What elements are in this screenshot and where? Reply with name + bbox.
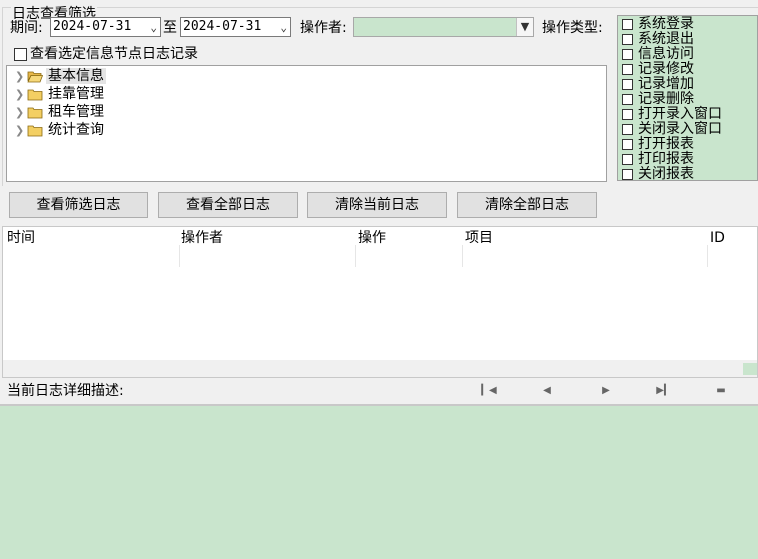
column-header-operation[interactable]: 操作	[354, 227, 462, 267]
optype-label-text: 打开报表	[638, 136, 694, 152]
tree-item-affiliation-mgmt[interactable]: ❯ 挂靠管理	[15, 85, 106, 103]
scrollbar-corner	[743, 363, 757, 375]
date-to-picker[interactable]: 2024-07-31 ⌄	[180, 17, 291, 37]
horizontal-scrollbar[interactable]	[3, 360, 757, 377]
view-filtered-log-button[interactable]: 查看筛选日志	[9, 192, 148, 218]
optype-item[interactable]: 关闭录入窗口	[622, 122, 722, 137]
clear-current-log-button[interactable]: 清除当前日志	[307, 192, 447, 218]
optype-label-text: 打印报表	[638, 151, 694, 167]
tree-item-basic-info[interactable]: ❯ 基本信息	[15, 67, 106, 85]
optype-label-text: 信息访问	[638, 46, 694, 62]
operator-combo[interactable]: ▼	[353, 17, 534, 37]
date-from-value: 2024-07-31	[53, 19, 132, 34]
tree-item-label: 挂靠管理	[48, 86, 104, 102]
optype-item[interactable]: 记录增加	[622, 77, 694, 92]
optype-checklist[interactable]: 系统登录 系统退出 信息访问 记录修改 记录增加 记录删除 打开录入窗口 关闭录…	[617, 15, 758, 181]
optype-label-text: 记录增加	[638, 76, 694, 92]
view-all-log-button[interactable]: 查看全部日志	[158, 192, 298, 218]
last-record-icon[interactable]: ▶▎	[654, 383, 674, 399]
minimize-icon[interactable]: ▬	[711, 383, 731, 399]
optype-label-text: 记录修改	[638, 61, 694, 77]
optype-item[interactable]: 系统退出	[622, 32, 694, 47]
checkbox-box[interactable]	[622, 123, 633, 135]
selected-node-only-checkbox[interactable]: 查看选定信息节点日志记录	[14, 45, 198, 63]
folder-icon	[27, 125, 43, 136]
optype-label-text: 打开录入窗口	[638, 106, 722, 122]
optype-item[interactable]: 打开录入窗口	[622, 107, 722, 122]
info-node-tree[interactable]: ❯ 基本信息 ❯ 挂靠管理 ❯ 租车管理 ❯ 统计查询	[6, 65, 607, 182]
optype-label-text: 关闭报表	[638, 166, 694, 181]
clear-all-log-button[interactable]: 清除全部日志	[457, 192, 597, 218]
operator-label: 操作者:	[300, 20, 347, 36]
folder-icon	[27, 89, 43, 100]
chevron-down-icon[interactable]: ⌄	[150, 19, 157, 37]
optype-item[interactable]: 打开报表	[622, 137, 694, 152]
period-label: 期间:	[10, 20, 43, 36]
checkbox-box[interactable]	[622, 93, 633, 105]
checkbox-box[interactable]	[622, 63, 633, 75]
checkbox-box[interactable]	[622, 168, 633, 180]
tree-item-label: 租车管理	[48, 104, 104, 120]
log-grid[interactable]: 时间 操作者 操作 项目 ID	[2, 226, 758, 378]
date-from-picker[interactable]: 2024-07-31 ⌄	[50, 17, 161, 37]
column-header-item[interactable]: 项目	[461, 227, 707, 267]
checkbox-box[interactable]	[622, 108, 633, 120]
optype-item[interactable]: 信息访问	[622, 47, 694, 62]
tree-item-statistics-query[interactable]: ❯ 统计查询	[15, 121, 106, 139]
tree-item-label: 基本信息	[46, 68, 106, 84]
chevron-right-icon[interactable]: ❯	[15, 86, 27, 104]
detail-description-label: 当前日志详细描述:	[7, 383, 124, 399]
to-label: 至	[163, 20, 177, 36]
optype-item[interactable]: 记录修改	[622, 62, 694, 77]
open-folder-icon	[27, 71, 43, 82]
optype-item[interactable]: 系统登录	[622, 17, 694, 32]
chevron-right-icon[interactable]: ❯	[15, 122, 27, 140]
next-record-icon[interactable]: ▶	[596, 383, 616, 399]
optype-item[interactable]: 记录删除	[622, 92, 694, 107]
optype-label: 操作类型:	[542, 20, 603, 36]
column-header-operator[interactable]: 操作者	[177, 227, 355, 267]
optype-label-text: 系统退出	[638, 31, 694, 47]
column-header-id[interactable]: ID	[706, 227, 756, 267]
optype-item[interactable]: 关闭报表	[622, 166, 694, 181]
optype-item[interactable]: 打印报表	[622, 152, 694, 167]
date-to-value: 2024-07-31	[183, 19, 262, 34]
checkbox-box[interactable]	[622, 138, 633, 150]
checkbox-box[interactable]	[622, 48, 633, 60]
checkbox-box[interactable]	[622, 153, 633, 165]
selected-node-only-label: 查看选定信息节点日志记录	[30, 46, 198, 62]
folder-icon	[27, 107, 43, 118]
tree-item-rental-mgmt[interactable]: ❯ 租车管理	[15, 103, 106, 121]
chevron-right-icon[interactable]: ❯	[15, 68, 27, 86]
chevron-right-icon[interactable]: ❯	[15, 104, 27, 122]
detail-description-area[interactable]	[0, 404, 758, 559]
prev-record-icon[interactable]: ◀	[537, 383, 557, 399]
checkbox-box[interactable]	[14, 47, 27, 61]
chevron-down-icon[interactable]: ▼	[516, 18, 533, 36]
optype-label-text: 系统登录	[638, 16, 694, 32]
checkbox-box[interactable]	[622, 18, 633, 30]
chevron-down-icon[interactable]: ⌄	[280, 19, 287, 37]
first-record-icon[interactable]: ▎◀	[479, 383, 499, 399]
optype-label-text: 关闭录入窗口	[638, 121, 722, 137]
checkbox-box[interactable]	[622, 78, 633, 90]
tree-item-label: 统计查询	[48, 122, 104, 138]
checkbox-box[interactable]	[622, 33, 633, 45]
column-header-time[interactable]: 时间	[3, 227, 179, 267]
optype-label-text: 记录删除	[638, 91, 694, 107]
